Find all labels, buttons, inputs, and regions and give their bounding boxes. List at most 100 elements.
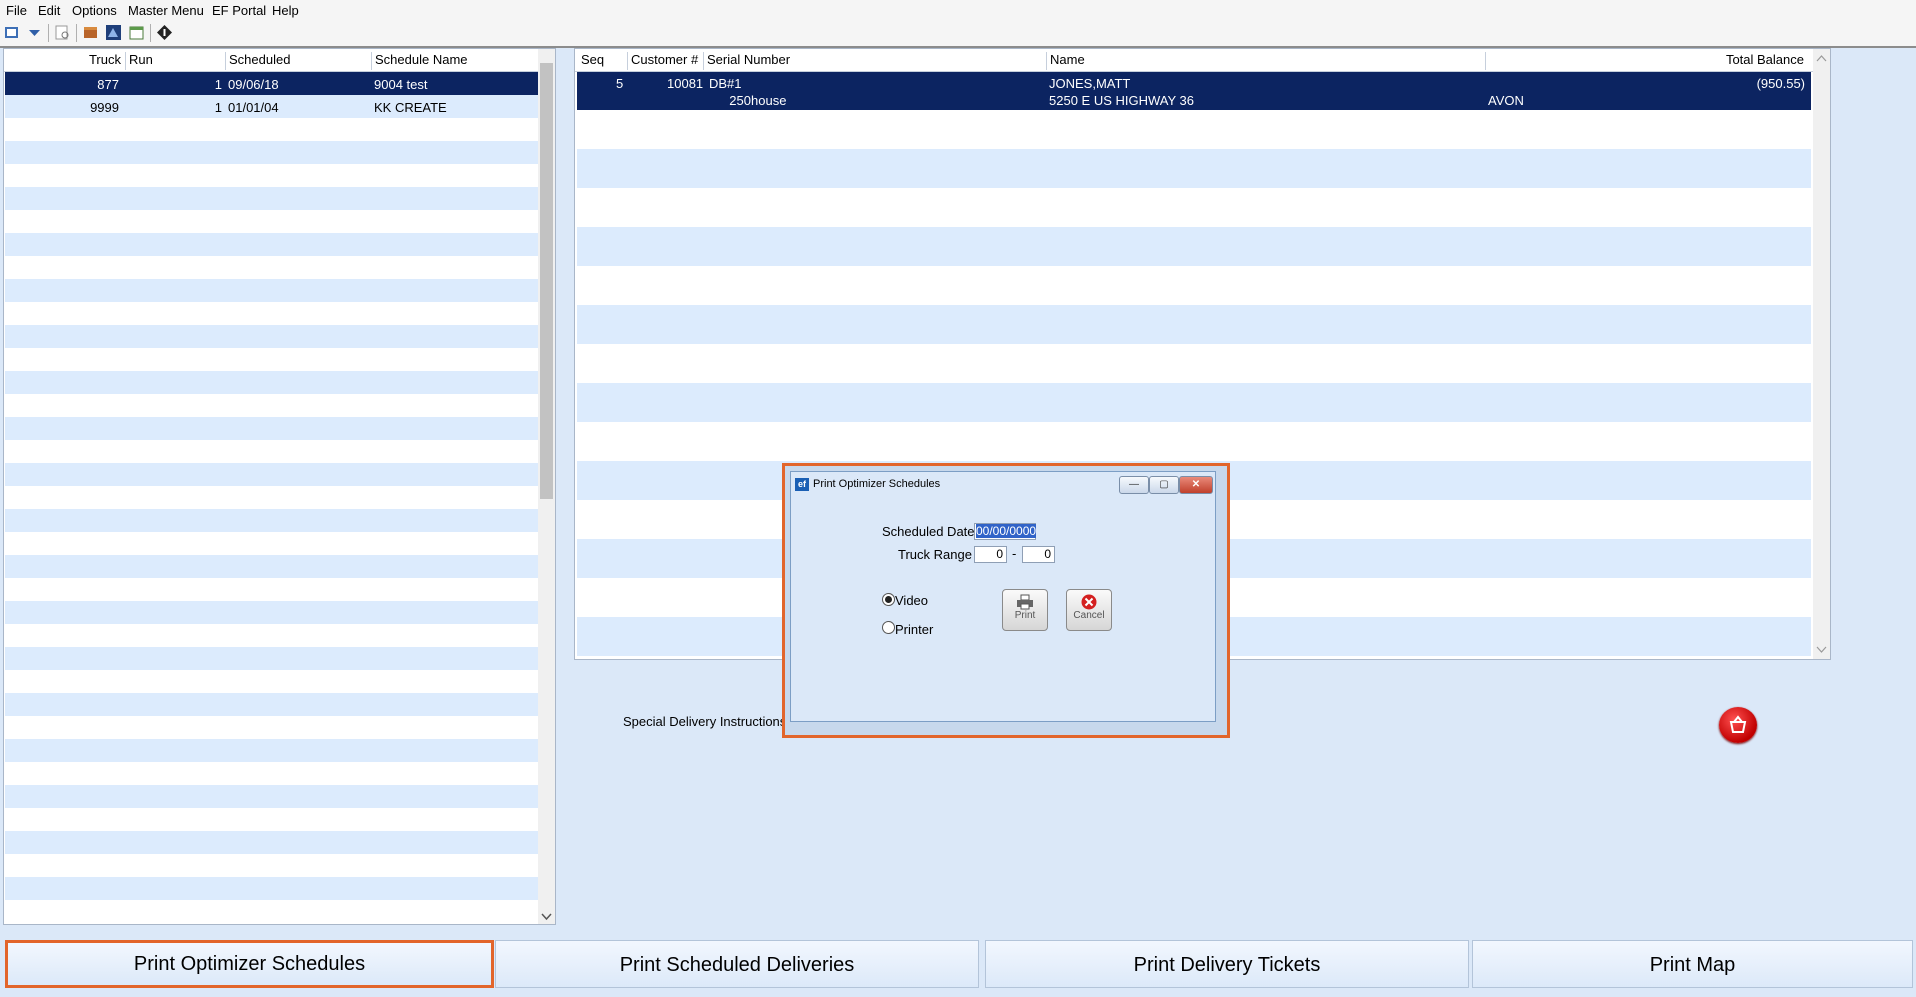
empty-row	[5, 141, 555, 164]
schedule-grid[interactable]: Truck Run Scheduled Schedule Name 877 1 …	[3, 48, 556, 925]
empty-row	[5, 854, 555, 877]
empty-row	[5, 348, 555, 371]
menu-ef-portal[interactable]: EF Portal	[212, 3, 266, 18]
empty-row	[5, 164, 555, 187]
chevron-down-icon[interactable]	[1816, 646, 1827, 654]
empty-row	[5, 417, 555, 440]
cell-name: JONES,MATT	[1049, 76, 1131, 91]
empty-row	[5, 716, 555, 739]
chevron-up-icon[interactable]	[1816, 54, 1827, 62]
empty-row	[5, 785, 555, 808]
print-delivery-tickets-button[interactable]: Print Delivery Tickets	[985, 940, 1469, 988]
scheduled-date-input[interactable]: 00/00/0000	[974, 523, 1037, 540]
empty-row	[5, 187, 555, 210]
empty-row	[577, 344, 1811, 383]
ef-logo-icon: ef	[795, 478, 809, 491]
printer-icon	[1017, 594, 1033, 610]
cell-serial-extra: 250	[729, 93, 751, 108]
menu-edit[interactable]: Edit	[38, 3, 60, 18]
video-radio[interactable]	[882, 593, 895, 606]
column-header-scheduled[interactable]: Scheduled	[225, 52, 372, 70]
printer-radio[interactable]	[882, 621, 895, 634]
empty-row	[5, 693, 555, 716]
column-header-schedule-name[interactable]: Schedule Name	[371, 52, 555, 70]
minimize-button[interactable]: —	[1119, 476, 1149, 494]
column-header-truck[interactable]: Truck	[4, 52, 124, 70]
chevron-down-icon[interactable]	[541, 913, 552, 921]
cell-serial-desc: house	[751, 93, 787, 108]
cell-customer: 10081	[667, 76, 704, 91]
truck-range-from-input[interactable]: 0	[974, 546, 1007, 563]
truck-range-to-input[interactable]: 0	[1022, 546, 1055, 563]
empty-row	[577, 305, 1811, 344]
print-button-label: Print	[1014, 610, 1036, 621]
dialog-title: Print Optimizer Schedules	[813, 478, 941, 490]
map-icon[interactable]	[105, 24, 122, 41]
column-header-total-balance[interactable]: Total Balance	[1485, 52, 1807, 70]
empty-row	[5, 279, 555, 302]
delete-basket-button[interactable]	[1719, 707, 1757, 743]
menu-file[interactable]: File	[6, 3, 27, 18]
truck-range-label: Truck Range	[898, 547, 972, 562]
print-preview-icon[interactable]	[54, 24, 71, 41]
scheduled-date-label: Scheduled Date	[882, 524, 975, 539]
toolbar-separator	[150, 24, 151, 42]
special-delivery-instructions-label: Special Delivery Instructions	[623, 714, 787, 729]
book-icon[interactable]	[4, 24, 21, 41]
cancel-button[interactable]: Cancel	[1066, 589, 1112, 631]
empty-row	[5, 210, 555, 233]
cell-truck: 9999	[90, 100, 119, 115]
table-row[interactable]: 877 1 09/06/18 9004 test	[5, 72, 555, 95]
menu-help[interactable]: Help	[272, 3, 299, 18]
print-optimizer-schedules-button[interactable]: Print Optimizer Schedules	[5, 940, 494, 988]
table-row[interactable]: 5 10081 DB#1 250 house JONES,MATT 5250 E…	[577, 72, 1811, 110]
menu-master-menu[interactable]: Master Menu	[128, 3, 204, 18]
print-scheduled-deliveries-button[interactable]: Print Scheduled Deliveries	[495, 940, 979, 988]
column-header-serial-number[interactable]: Serial Number	[703, 52, 1051, 70]
print-optimizer-schedules-dialog: ef Print Optimizer Schedules — ▢ ✕ Sched…	[782, 463, 1230, 738]
print-map-button[interactable]: Print Map	[1472, 940, 1913, 988]
column-header-seq[interactable]: Seq	[578, 52, 621, 70]
column-header-customer[interactable]: Customer #	[627, 52, 703, 70]
empty-row	[577, 188, 1811, 227]
empty-row	[577, 383, 1811, 422]
schedule-grid-scrollbar[interactable]	[538, 49, 555, 924]
maximize-button[interactable]: ▢	[1149, 476, 1179, 494]
scrollbar-thumb[interactable]	[540, 63, 553, 499]
info-icon[interactable]	[156, 24, 173, 41]
empty-row	[5, 233, 555, 256]
empty-row	[5, 509, 555, 532]
package-icon[interactable]	[82, 24, 99, 41]
cell-run: 1	[214, 100, 222, 115]
empty-row	[5, 601, 555, 624]
scheduled-date-value: 00/00/0000	[976, 524, 1037, 538]
column-header-name[interactable]: Name	[1046, 52, 1490, 70]
menu-options[interactable]: Options	[72, 3, 117, 18]
printer-radio-label: Printer	[895, 622, 934, 637]
cell-total-balance: (950.55)	[1756, 76, 1805, 91]
cell-truck: 877	[97, 77, 119, 92]
calendar-icon[interactable]	[128, 24, 145, 41]
cell-schedule-name: 9004 test	[374, 77, 428, 92]
delivery-grid-scrollbar[interactable]	[1813, 49, 1830, 659]
empty-row	[5, 555, 555, 578]
empty-row	[577, 422, 1811, 461]
cell-city: AVON	[1488, 93, 1524, 108]
cell-scheduled: 09/06/18	[228, 77, 279, 92]
column-header-run[interactable]: Run	[125, 52, 225, 70]
delivery-grid-header: Seq Customer # Serial Number Name Total …	[575, 49, 1830, 72]
print-button[interactable]: Print	[1002, 589, 1048, 631]
empty-row	[5, 394, 555, 417]
empty-row	[577, 227, 1811, 266]
empty-row	[5, 670, 555, 693]
table-row[interactable]: 9999 1 01/01/04 KK CREATE	[5, 95, 555, 118]
cell-seq: 5	[616, 76, 624, 91]
cell-scheduled: 01/01/04	[228, 100, 279, 115]
cancel-icon	[1081, 594, 1097, 610]
chevron-down-icon[interactable]	[26, 24, 43, 41]
close-button[interactable]: ✕	[1179, 476, 1213, 494]
dialog-title-bar[interactable]: ef Print Optimizer Schedules — ▢ ✕	[791, 472, 1215, 496]
empty-row	[5, 371, 555, 394]
cell-schedule-name: KK CREATE	[374, 100, 447, 115]
schedule-grid-header: Truck Run Scheduled Schedule Name	[4, 49, 555, 72]
